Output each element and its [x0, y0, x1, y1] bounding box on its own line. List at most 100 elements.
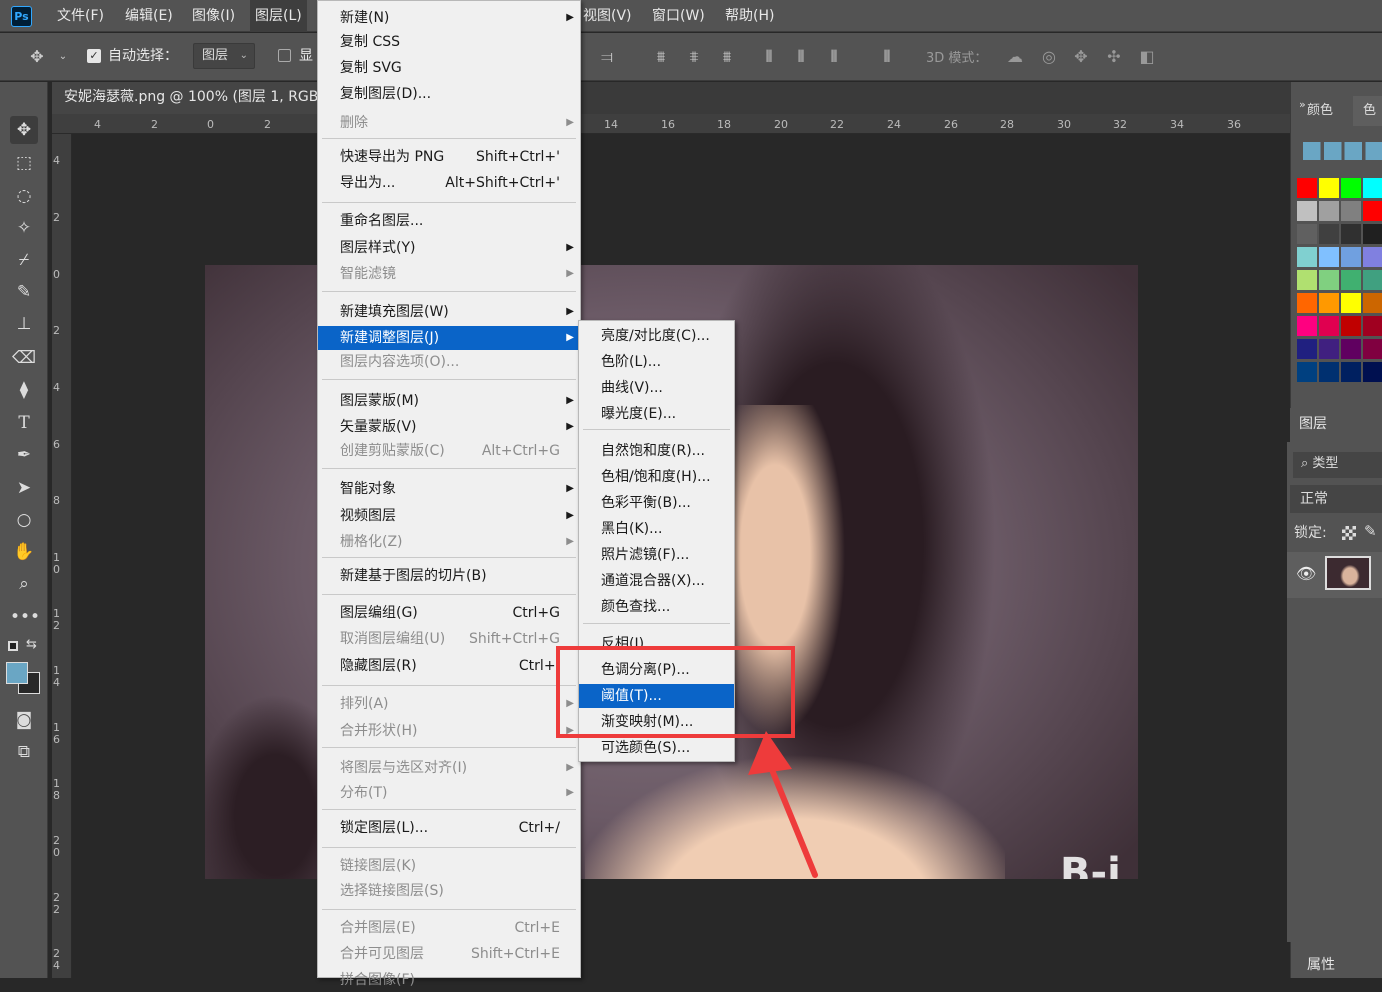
- menu-item-layer-9[interactable]: 智能滤镜 ▶: [318, 262, 580, 286]
- color-swatch[interactable]: [1319, 247, 1339, 267]
- color-swatch[interactable]: [1363, 270, 1382, 290]
- 3d-slide-icon[interactable]: ✣: [1103, 46, 1125, 68]
- menu-item-layer-31[interactable]: 合并可见图层 Shift+Ctrl+E: [318, 942, 580, 966]
- lock-transparent-icon[interactable]: [1342, 526, 1356, 540]
- menu-item-layer-13[interactable]: 图层蒙版(M) ▶: [318, 389, 580, 413]
- menu-layer[interactable]: 图层(L): [250, 0, 307, 32]
- color-swatch[interactable]: [1341, 224, 1361, 244]
- menu-item-layer-11[interactable]: 新建调整图层(J) ▶: [318, 326, 580, 350]
- menu-item-layer-16[interactable]: 智能对象 ▶: [318, 477, 580, 501]
- menu-item-layer-17[interactable]: 视频图层 ▶: [318, 504, 580, 528]
- auto-select-target-dropdown[interactable]: 图层 ⌄: [193, 43, 255, 69]
- color-swatch[interactable]: [1341, 362, 1361, 382]
- 3d-scale-icon[interactable]: ◧: [1136, 46, 1158, 68]
- blend-mode-dropdown[interactable]: 正常: [1290, 485, 1382, 513]
- color-swatch[interactable]: [1297, 362, 1317, 382]
- menu-item-layer-15[interactable]: 创建剪贴蒙版(C) Alt+Ctrl+G: [318, 439, 580, 463]
- color-swatch[interactable]: [1297, 293, 1317, 313]
- menu-item-layer-6[interactable]: 导出为... Alt+Shift+Ctrl+': [318, 171, 580, 195]
- menu-item-layer-0[interactable]: 新建(N) ▶: [318, 6, 580, 30]
- eye-icon[interactable]: 👁: [1296, 564, 1316, 583]
- tab-layers[interactable]: 图层: [1290, 408, 1344, 442]
- menu-item-layer-30[interactable]: 合并图层(E) Ctrl+E: [318, 916, 580, 940]
- color-swatch[interactable]: [1319, 224, 1339, 244]
- zoom-tool-icon[interactable]: ⌕: [10, 570, 38, 598]
- color-swatch[interactable]: [1341, 339, 1361, 359]
- layer-thumbnail[interactable]: [1325, 556, 1371, 590]
- tab-color[interactable]: 颜色: [1297, 96, 1351, 126]
- color-swatch[interactable]: [1363, 247, 1382, 267]
- menu-item-layer-21[interactable]: 取消图层编组(U) Shift+Ctrl+G: [318, 627, 580, 651]
- 3d-orbit-icon[interactable]: ☁: [1004, 46, 1026, 68]
- ellipse-tool-icon[interactable]: ○: [10, 506, 38, 534]
- lock-pixels-icon[interactable]: ✎: [1364, 522, 1377, 540]
- default-colors-icon[interactable]: [8, 641, 18, 651]
- color-swatch[interactable]: [1297, 339, 1317, 359]
- menu-item-layer-19[interactable]: 新建基于图层的切片(B): [318, 564, 580, 588]
- submenu-item-adjust-1[interactable]: 色阶(L)...: [579, 350, 734, 374]
- 3d-pan-icon[interactable]: ✥: [1070, 46, 1092, 68]
- type-tool-icon[interactable]: T: [10, 409, 38, 437]
- tab-swatches[interactable]: 色: [1353, 96, 1382, 126]
- submenu-item-adjust-8[interactable]: 照片滤镜(F)...: [579, 543, 734, 567]
- color-swatch[interactable]: [1363, 224, 1382, 244]
- menu-item-layer-1[interactable]: 复制 CSS: [318, 30, 580, 54]
- menu-item-layer-12[interactable]: 图层内容选项(O)...: [318, 350, 580, 374]
- menu-item-layer-32[interactable]: 拼合图像(F): [318, 968, 580, 992]
- menu-item-layer-10[interactable]: 新建填充图层(W) ▶: [318, 300, 580, 324]
- distribute-hcenter-icon[interactable]: ⦀: [790, 46, 812, 68]
- submenu-item-adjust-15[interactable]: 可选颜色(S)...: [579, 736, 734, 760]
- menu-item-layer-20[interactable]: 图层编组(G) Ctrl+G: [318, 601, 580, 625]
- menu-image[interactable]: 图像(I): [187, 0, 240, 32]
- submenu-item-adjust-3[interactable]: 曝光度(E)...: [579, 402, 734, 426]
- eyedropper-tool-icon[interactable]: ⌿: [10, 246, 38, 274]
- align-vcenter-icon[interactable]: ⩨: [683, 46, 705, 68]
- magic-wand-tool-icon[interactable]: ✧: [10, 214, 38, 242]
- menu-item-layer-24[interactable]: 合并形状(H) ▶: [318, 719, 580, 743]
- color-swatch[interactable]: [1363, 339, 1382, 359]
- move-tool-icon[interactable]: ✥: [26, 46, 48, 68]
- color-swatch[interactable]: [1319, 270, 1339, 290]
- distribute-spacing-icon[interactable]: ⫴: [876, 46, 898, 68]
- marquee-tool-icon[interactable]: ⬚: [10, 149, 38, 177]
- color-swatch[interactable]: [1319, 293, 1339, 313]
- align-right-icon[interactable]: ⫤: [596, 46, 618, 68]
- menu-item-layer-28[interactable]: 链接图层(K): [318, 854, 580, 878]
- move-tool-icon[interactable]: ✥: [10, 116, 38, 144]
- submenu-item-adjust-4[interactable]: 自然饱和度(R)...: [579, 439, 734, 463]
- distribute-right-icon[interactable]: ⦀: [823, 46, 845, 68]
- menu-item-layer-2[interactable]: 复制 SVG: [318, 56, 580, 80]
- color-swatch[interactable]: [1341, 178, 1361, 198]
- color-swatch[interactable]: [1297, 224, 1317, 244]
- lasso-tool-icon[interactable]: ◌: [10, 182, 38, 210]
- color-swatch[interactable]: [1341, 247, 1361, 267]
- submenu-item-adjust-9[interactable]: 通道混合器(X)...: [579, 569, 734, 593]
- menu-item-layer-26[interactable]: 分布(T) ▶: [318, 781, 580, 805]
- submenu-item-adjust-7[interactable]: 黑白(K)...: [579, 517, 734, 541]
- brush-tool-icon[interactable]: ✎: [10, 278, 38, 306]
- auto-select-checkbox[interactable]: ✓: [87, 49, 101, 63]
- menu-item-layer-18[interactable]: 栅格化(Z) ▶: [318, 530, 580, 554]
- menu-edit[interactable]: 编辑(E): [120, 0, 178, 32]
- pen-tool-icon[interactable]: ✒: [10, 441, 38, 469]
- submenu-item-adjust-0[interactable]: 亮度/对比度(C)...: [579, 324, 734, 348]
- menu-item-layer-3[interactable]: 复制图层(D)...: [318, 82, 580, 106]
- quick-mask-icon[interactable]: ◙: [10, 706, 38, 734]
- hand-tool-icon[interactable]: ✋: [10, 538, 38, 566]
- menu-item-layer-25[interactable]: 将图层与选区对齐(I) ▶: [318, 756, 580, 780]
- layer-filter-dropdown[interactable]: ⌕ 类型: [1293, 452, 1382, 478]
- paint-bucket-tool-icon[interactable]: ⧫: [10, 376, 38, 404]
- menu-window[interactable]: 窗口(W): [647, 0, 710, 32]
- color-swatch[interactable]: [1363, 178, 1382, 198]
- distribute-left-icon[interactable]: ⦀: [758, 46, 780, 68]
- menu-item-layer-5[interactable]: 快速导出为 PNG Shift+Ctrl+': [318, 145, 580, 169]
- document-tab[interactable]: 安妮海瑟薇.png @ 100% (图层 1, RGB: [52, 82, 317, 114]
- menu-item-layer-8[interactable]: 图层样式(Y) ▶: [318, 236, 580, 260]
- menu-item-layer-7[interactable]: 重命名图层...: [318, 209, 580, 233]
- menu-item-layer-29[interactable]: 选择链接图层(S): [318, 879, 580, 903]
- submenu-item-adjust-2[interactable]: 曲线(V)...: [579, 376, 734, 400]
- stamp-tool-icon[interactable]: ⊥: [10, 310, 38, 338]
- swap-colors-icon[interactable]: ⇆: [26, 637, 37, 652]
- submenu-item-adjust-6[interactable]: 色彩平衡(B)...: [579, 491, 734, 515]
- tab-properties[interactable]: 属性: [1295, 952, 1355, 978]
